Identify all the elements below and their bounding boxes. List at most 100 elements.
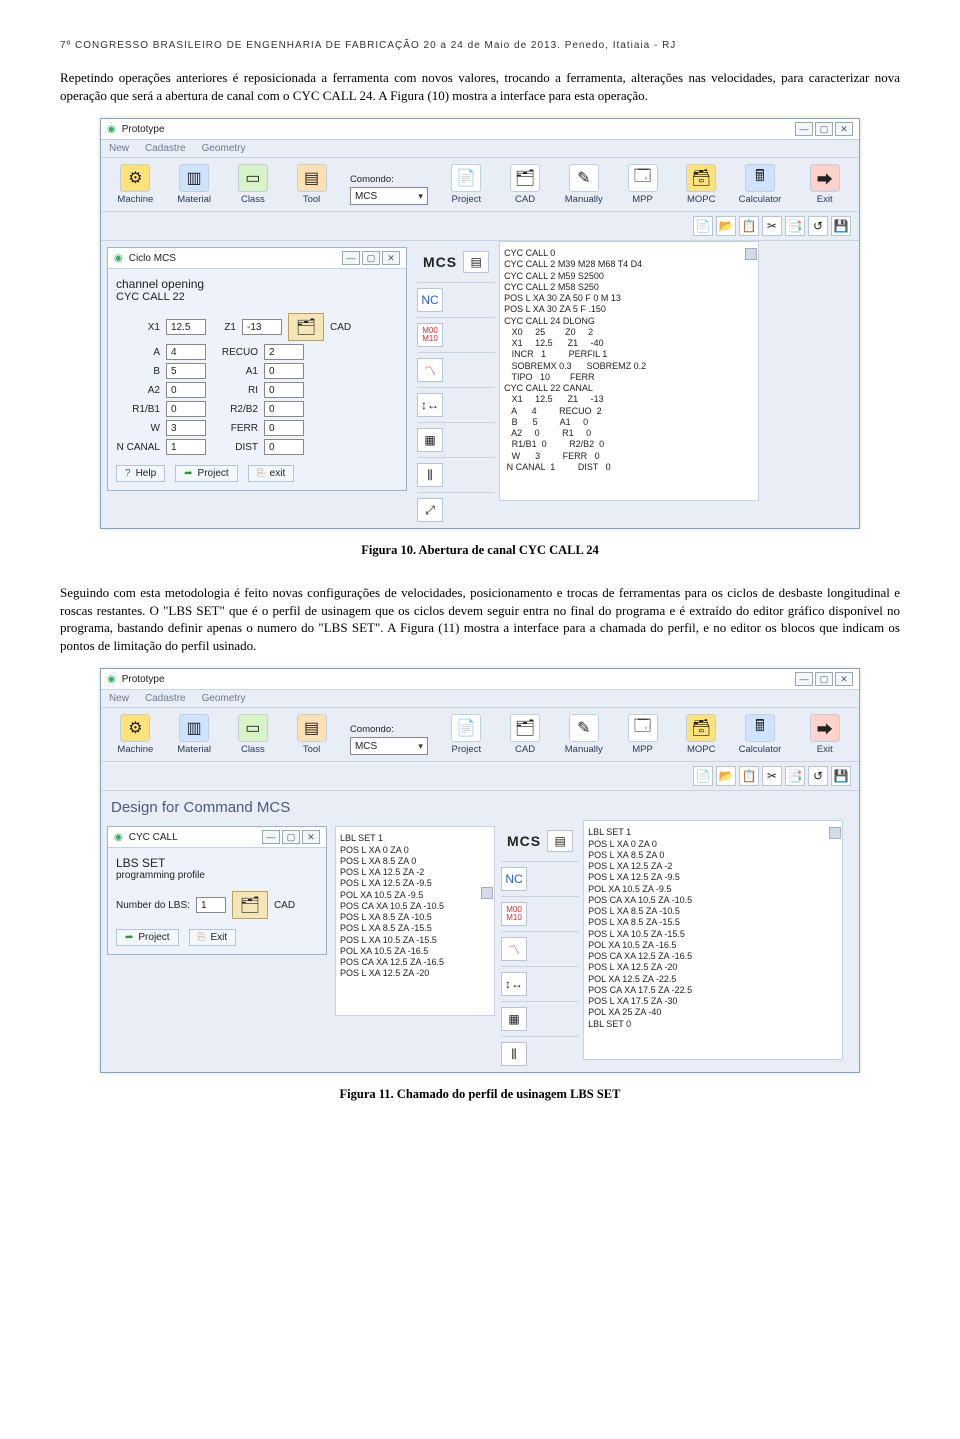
menu-geometry[interactable]: Geometry bbox=[202, 143, 246, 154]
side-move-icon-2[interactable]: ↕↔ bbox=[501, 972, 527, 996]
menu-geometry-2[interactable]: Geometry bbox=[202, 693, 246, 704]
side-layer-icon-2[interactable]: ▦ bbox=[501, 1007, 527, 1031]
tb-calculator[interactable]: 🖩Calculator bbox=[734, 164, 787, 205]
inp-b[interactable]: 5 bbox=[166, 363, 206, 379]
tb-cad-2[interactable]: 🗂CAD bbox=[499, 714, 552, 755]
tb-mpp[interactable]: 🗔MPP bbox=[616, 164, 669, 205]
mini-paste-icon-2[interactable]: 📑 bbox=[785, 766, 805, 786]
tb-project[interactable]: 📄Project bbox=[440, 164, 493, 205]
mcs-head-icon-2[interactable]: ▤ bbox=[547, 830, 573, 852]
inp-x1[interactable]: 12.5 bbox=[166, 319, 206, 335]
window-buttons-2[interactable]: —▢✕ bbox=[793, 672, 853, 686]
mini-cut-icon[interactable]: ✂ bbox=[762, 216, 782, 236]
inp-number-lbs[interactable]: 1 bbox=[196, 897, 226, 913]
window-titlebar: ◉ Prototype —▢✕ bbox=[101, 119, 859, 140]
cad-icon: 🗂 bbox=[510, 164, 540, 192]
side-nc-icon-2[interactable]: NC bbox=[501, 867, 527, 891]
exit-button-2[interactable]: ⎘Exit bbox=[189, 929, 237, 946]
inp-ncanal[interactable]: 1 bbox=[166, 439, 206, 455]
side-expand-icon[interactable]: ⤢ bbox=[417, 498, 443, 522]
inp-ri[interactable]: 0 bbox=[264, 382, 304, 398]
panel-sub1-2: LBS SET bbox=[116, 856, 318, 870]
project-button[interactable]: ➦Project bbox=[175, 465, 238, 482]
mini-copy-icon[interactable]: 📋 bbox=[739, 216, 759, 236]
menubar[interactable]: New Cadastre Geometry bbox=[101, 140, 859, 158]
inp-a[interactable]: 4 bbox=[166, 344, 206, 360]
side-graph-icon[interactable]: 〽 bbox=[417, 358, 443, 382]
tb-tool[interactable]: ▤Tool bbox=[285, 164, 338, 205]
inp-a1[interactable]: 0 bbox=[264, 363, 304, 379]
tb-class[interactable]: ▭Class bbox=[226, 164, 279, 205]
inp-ferr[interactable]: 0 bbox=[264, 420, 304, 436]
side-bars-icon[interactable]: ⫼ bbox=[417, 463, 443, 487]
inp-w[interactable]: 3 bbox=[166, 420, 206, 436]
tb-material-2[interactable]: ▥Material bbox=[168, 714, 221, 755]
tb-cad[interactable]: 🗂CAD bbox=[499, 164, 552, 205]
side-tool-strip-2: MCS▤ NC M00M10 〽 ↕↔ ▦ ⫼ bbox=[497, 820, 583, 1072]
menubar-2[interactable]: New Cadastre Geometry bbox=[101, 690, 859, 708]
comando-select[interactable]: MCS▾ bbox=[350, 187, 428, 205]
panel-titlebar-2: ◉ CYC CALL —▢✕ bbox=[108, 827, 326, 848]
panel-window-buttons[interactable]: —▢✕ bbox=[340, 251, 400, 265]
tb-tool-2[interactable]: ▤Tool bbox=[285, 714, 338, 755]
scrollbar-thumb-2[interactable] bbox=[829, 827, 841, 839]
inp-recuo[interactable]: 2 bbox=[264, 344, 304, 360]
mini-cut-icon-2[interactable]: ✂ bbox=[762, 766, 782, 786]
mini-new-icon-2[interactable]: 📄 bbox=[693, 766, 713, 786]
tb-material[interactable]: ▥Material bbox=[168, 164, 221, 205]
side-nc-icon[interactable]: NC bbox=[417, 288, 443, 312]
side-layer-icon[interactable]: ▦ bbox=[417, 428, 443, 452]
side-m00-icon-2[interactable]: M00M10 bbox=[501, 902, 527, 926]
mini-save-icon-2[interactable]: 💾 bbox=[831, 766, 851, 786]
mini-open-icon[interactable]: 📂 bbox=[716, 216, 736, 236]
tb-calculator-2[interactable]: 🖩Calculator bbox=[734, 714, 787, 755]
comando-select-2[interactable]: MCS▾ bbox=[350, 737, 428, 755]
mini-undo-icon[interactable]: ↺ bbox=[808, 216, 828, 236]
mini-save-icon[interactable]: 💾 bbox=[831, 216, 851, 236]
inp-a2[interactable]: 0 bbox=[166, 382, 206, 398]
inp-r2b2[interactable]: 0 bbox=[264, 401, 304, 417]
menu-new[interactable]: New bbox=[109, 143, 129, 154]
inp-dist[interactable]: 0 bbox=[264, 439, 304, 455]
code-listing[interactable]: CYC CALL 0 CYC CALL 2 M39 M28 M68 T4 D4 … bbox=[499, 241, 759, 501]
menu-cadastre[interactable]: Cadastre bbox=[145, 143, 186, 154]
mini-copy-icon-2[interactable]: 📋 bbox=[739, 766, 759, 786]
tb-manually-2[interactable]: ✎Manually bbox=[557, 714, 610, 755]
side-m00-icon[interactable]: M00M10 bbox=[417, 323, 443, 347]
scrollbar-thumb[interactable] bbox=[745, 248, 757, 260]
side-graph-icon-2[interactable]: 〽 bbox=[501, 937, 527, 961]
mini-paste-icon[interactable]: 📑 bbox=[785, 216, 805, 236]
tb-exit-2[interactable]: ⮕Exit bbox=[798, 714, 851, 755]
tb-class-2[interactable]: ▭Class bbox=[226, 714, 279, 755]
mcs-head-icon[interactable]: ▤ bbox=[463, 251, 489, 273]
scrollbar-thumb-preview[interactable] bbox=[481, 887, 493, 899]
window-title-2: Prototype bbox=[122, 674, 165, 685]
tb-mpp-2[interactable]: 🗔MPP bbox=[616, 714, 669, 755]
code-listing-2[interactable]: LBL SET 1 POS L XA 0 ZA 0 POS L XA 8.5 Z… bbox=[583, 820, 843, 1060]
cad-button-icon[interactable]: 🗂 bbox=[288, 313, 324, 341]
side-tool-strip: MCS▤ NC M00M10 〽 ↕↔ ▦ ⫼ ⤢ bbox=[413, 241, 499, 528]
tb-project-2[interactable]: 📄Project bbox=[440, 714, 493, 755]
tb-machine-2[interactable]: ⚙Machine bbox=[109, 714, 162, 755]
menu-cadastre-2[interactable]: Cadastre bbox=[145, 693, 186, 704]
tb-exit[interactable]: ⮕Exit bbox=[798, 164, 851, 205]
cad-button-icon-2[interactable]: 🗂 bbox=[232, 891, 268, 919]
inp-z1[interactable]: -13 bbox=[242, 319, 282, 335]
tb-mopc[interactable]: 🗃MOPC bbox=[675, 164, 728, 205]
preview-listbox[interactable]: LBL SET 1 POS L XA 0 ZA 0 POS L XA 8.5 Z… bbox=[335, 826, 495, 1016]
project-button-2[interactable]: ➦Project bbox=[116, 929, 179, 946]
tb-manually[interactable]: ✎Manually bbox=[557, 164, 610, 205]
window-buttons[interactable]: —▢✕ bbox=[793, 122, 853, 136]
mini-undo-icon-2[interactable]: ↺ bbox=[808, 766, 828, 786]
mini-open-icon-2[interactable]: 📂 bbox=[716, 766, 736, 786]
menu-new-2[interactable]: New bbox=[109, 693, 129, 704]
side-bars-icon-2[interactable]: ⫼ bbox=[501, 1042, 527, 1066]
side-move-icon[interactable]: ↕↔ bbox=[417, 393, 443, 417]
tb-mopc-2[interactable]: 🗃MOPC bbox=[675, 714, 728, 755]
mini-new-icon[interactable]: 📄 bbox=[693, 216, 713, 236]
help-button[interactable]: ?Help bbox=[116, 465, 165, 482]
panel-window-buttons-2[interactable]: —▢✕ bbox=[260, 830, 320, 844]
inp-r1b1[interactable]: 0 bbox=[166, 401, 206, 417]
exit-button[interactable]: ⎘exit bbox=[248, 465, 295, 482]
tb-machine[interactable]: ⚙Machine bbox=[109, 164, 162, 205]
